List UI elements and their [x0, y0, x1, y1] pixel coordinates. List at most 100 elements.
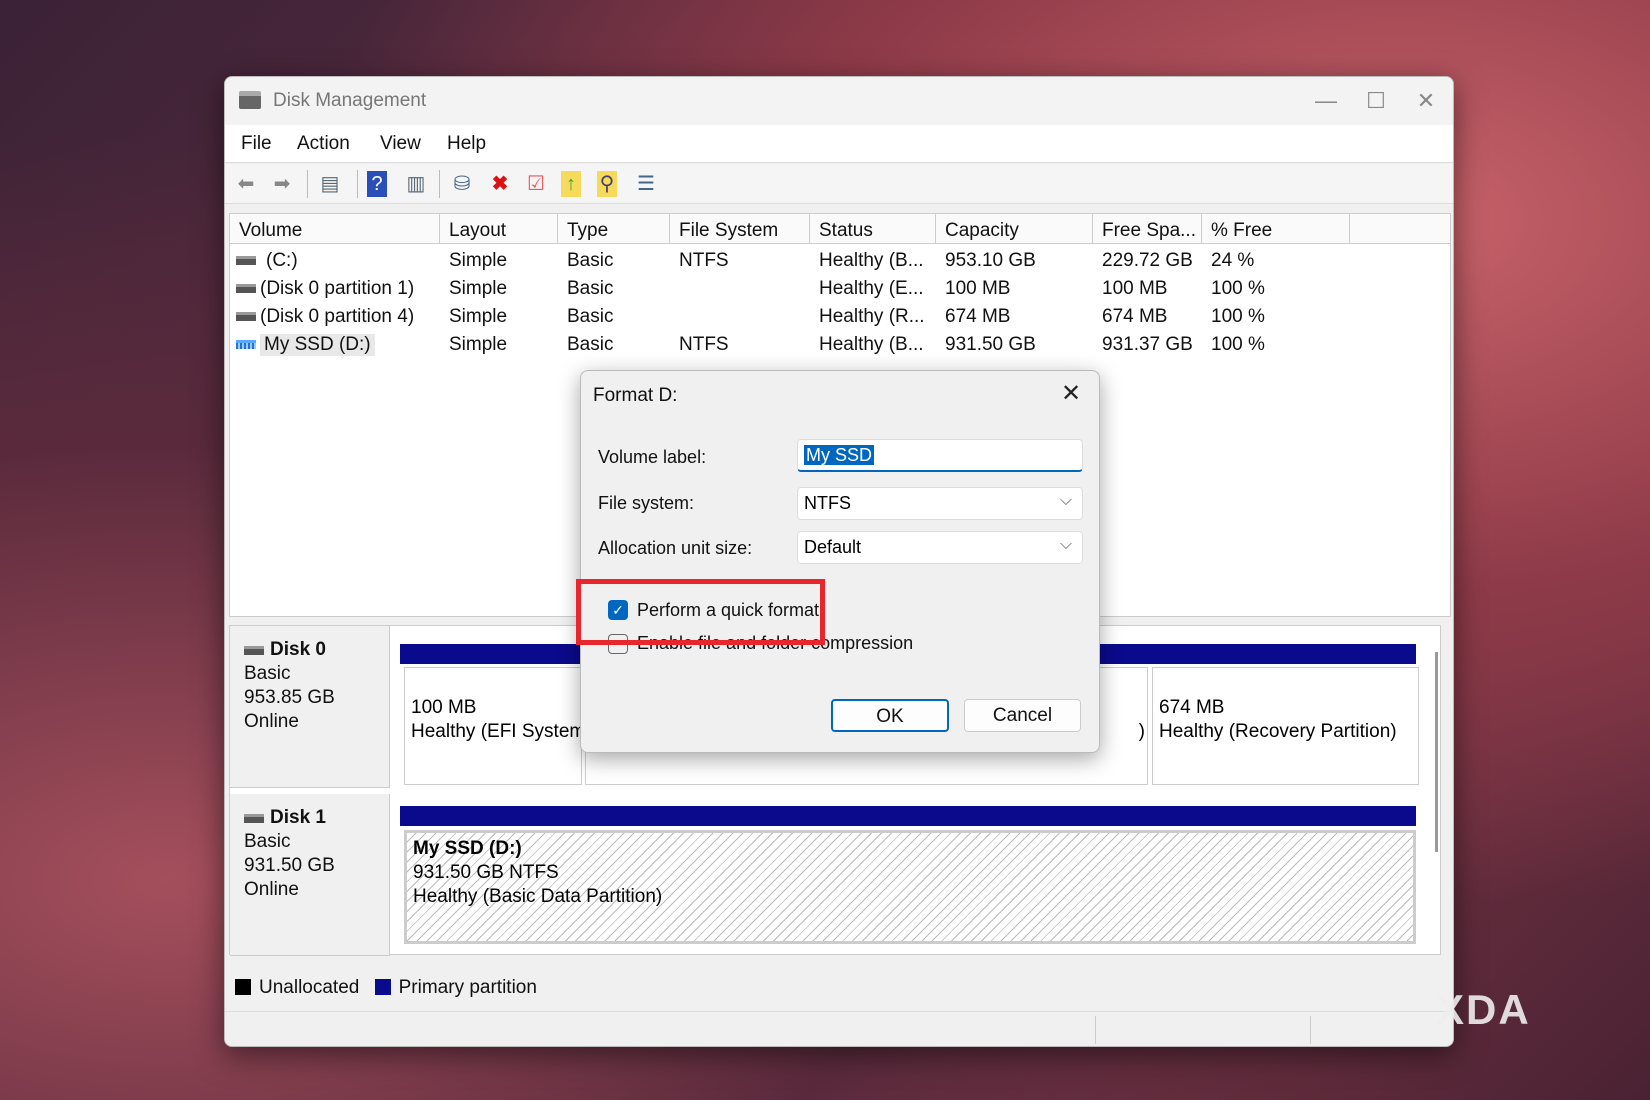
cell-pct: 24 % [1211, 250, 1255, 271]
allocation-unit-label: Allocation unit size: [598, 538, 753, 558]
menu-file[interactable]: File [241, 133, 272, 155]
status-bar [225, 1011, 1453, 1046]
cell-type: Basic [567, 250, 614, 271]
cell-fs: NTFS [679, 250, 729, 271]
cell-free: 931.37 GB [1102, 334, 1193, 355]
drive-icon [236, 284, 256, 293]
help-icon[interactable]: ? [367, 171, 387, 197]
close-button[interactable]: ✕ [1403, 83, 1449, 119]
cell-volume: (C:) [266, 250, 298, 271]
cancel-button[interactable]: Cancel [964, 699, 1081, 732]
column-capacity[interactable]: Capacity [936, 214, 1093, 244]
console-tree-icon[interactable]: ▤ [317, 171, 343, 197]
cell-pct: 100 % [1211, 278, 1265, 299]
cell-layout: Simple [449, 334, 508, 355]
cell-type: Basic [567, 278, 614, 299]
disk-state: Online [244, 879, 299, 900]
legend-primary: Primary partition [398, 977, 537, 998]
drive-icon [236, 340, 256, 349]
column-free-space[interactable]: Free Spa... [1093, 214, 1202, 244]
cell-pct: 100 % [1211, 306, 1265, 327]
menu-action[interactable]: Action [297, 133, 350, 155]
drive-icon [236, 256, 256, 265]
cell-free: 100 MB [1102, 278, 1168, 299]
disk-0-info[interactable]: Disk 0 Basic 953.85 GB Online [230, 626, 390, 788]
cell-volume: My SSD (D:) [260, 334, 375, 356]
cell-layout: Simple [449, 278, 508, 299]
file-system-label: File system: [598, 493, 695, 513]
ok-button[interactable]: OK [831, 699, 949, 732]
title-bar: Disk Management — ☐ ✕ [225, 77, 1453, 125]
disk-icon [244, 814, 264, 823]
partition-size: 100 MB [411, 697, 477, 718]
cell-capacity: 674 MB [945, 306, 1011, 327]
menu-help[interactable]: Help [447, 133, 486, 155]
forward-icon[interactable]: ➡ [269, 171, 295, 197]
file-system-value: NTFS [804, 493, 851, 513]
table-row[interactable]: My SSD (D:) Simple Basic NTFS Healthy (B... 9… [230, 331, 1450, 359]
maximize-button[interactable]: ☐ [1353, 83, 1399, 119]
column-volume[interactable]: Volume [230, 214, 440, 244]
disk-state: Online [244, 711, 299, 732]
xda-watermark: XDA [1436, 986, 1531, 1033]
disk-size: 953.85 GB [244, 687, 335, 708]
unallocated-swatch [235, 979, 251, 995]
dialog-close-button[interactable]: ✕ [1061, 379, 1081, 408]
partition-status: Healthy (Basic Data Partition) [413, 886, 663, 907]
column-percent-free[interactable]: % Free [1202, 214, 1350, 244]
drive-icon [236, 312, 256, 321]
cell-layout: Simple [449, 250, 508, 271]
disk-size: 931.50 GB [244, 855, 335, 876]
minimize-button[interactable]: — [1303, 83, 1349, 119]
column-type[interactable]: Type [558, 214, 670, 244]
file-system-select[interactable]: NTFS ⌵ [797, 487, 1083, 520]
cell-status: Healthy (E... [819, 278, 924, 299]
disk-management-icon [239, 91, 261, 109]
volume-label-input[interactable]: My SSD [797, 439, 1083, 472]
back-icon[interactable]: ⬅ [233, 171, 259, 197]
action-pane-icon[interactable]: ▥ [403, 171, 429, 197]
window-title: Disk Management [273, 90, 427, 111]
partition-size: 674 MB [1159, 697, 1225, 718]
scrollbar[interactable] [1435, 652, 1438, 852]
cell-capacity: 953.10 GB [945, 250, 1036, 271]
primary-swatch [374, 979, 391, 995]
cell-capacity: 100 MB [945, 278, 1011, 299]
allocation-unit-select[interactable]: Default ⌵ [797, 531, 1083, 564]
cell-status: Healthy (B... [819, 250, 924, 271]
column-file-system[interactable]: File System [670, 214, 810, 244]
volume-label-label: Volume label: [598, 447, 707, 467]
disk-1-info[interactable]: Disk 1 Basic 931.50 GB Online [230, 794, 390, 956]
table-row[interactable]: (C:) Simple Basic NTFS Healthy (B... 953.10 G… [230, 247, 1450, 275]
disk-name: Disk 1 [270, 807, 326, 828]
partition-recovery[interactable]: 674 MB Healthy (Recovery Partition) [1152, 667, 1419, 785]
disk-type: Basic [244, 831, 291, 852]
menu-bar: File Action View Help [225, 125, 1453, 163]
settings-list-icon[interactable]: ☰ [633, 171, 659, 197]
connect-disk-icon[interactable]: ⛁ [449, 171, 475, 197]
up-folder-icon[interactable]: ↑ [561, 171, 581, 197]
cell-free: 674 MB [1102, 306, 1168, 327]
menu-view[interactable]: View [380, 133, 421, 155]
cell-volume: (Disk 0 partition 4) [260, 306, 415, 327]
column-layout[interactable]: Layout [440, 214, 558, 244]
format-dialog: Format D: ✕ Volume label: My SSD File sy… [576, 370, 1100, 753]
cell-volume: (Disk 0 partition 1) [260, 278, 415, 299]
column-status[interactable]: Status [810, 214, 936, 244]
table-row[interactable]: (Disk 0 partition 1) Simple Basic Healthy (… [230, 275, 1450, 303]
delete-icon[interactable]: ✖ [487, 171, 513, 197]
search-folder-icon[interactable]: ⚲ [597, 171, 617, 197]
cell-type: Basic [567, 334, 614, 355]
partition-efi[interactable]: 100 MB Healthy (EFI System Partition) [404, 667, 582, 785]
disk-icon [244, 646, 264, 655]
volume-label-value: My SSD [804, 445, 875, 465]
legend-unallocated: Unallocated [259, 977, 360, 998]
chevron-down-icon: ⌵ [1059, 492, 1072, 509]
properties-icon[interactable]: ☑ [523, 171, 549, 197]
cell-pct: 100 % [1211, 334, 1265, 355]
table-row[interactable]: (Disk 0 partition 4) Simple Basic Healthy (… [230, 303, 1450, 331]
legend: Unallocated Primary partition [229, 977, 537, 999]
partition-name: My SSD (D:) [413, 838, 522, 859]
cell-fs: NTFS [679, 334, 729, 355]
partition-my-ssd[interactable]: My SSD (D:) 931.50 GB NTFS Healthy (Basi… [404, 830, 1416, 944]
